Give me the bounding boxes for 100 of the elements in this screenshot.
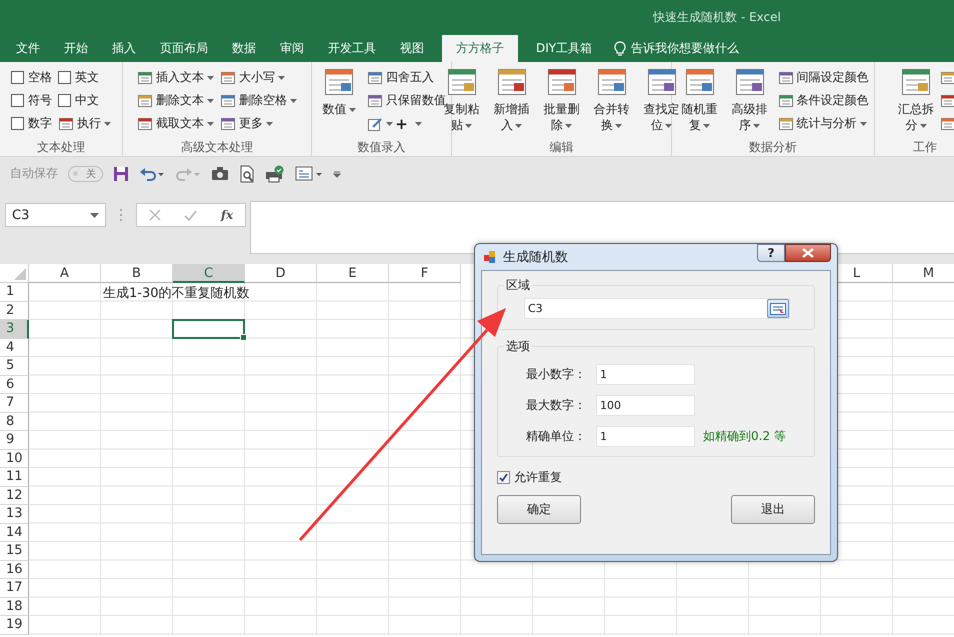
- ribbon-button[interactable]: 合并转换: [590, 66, 634, 133]
- row-header[interactable]: 3: [0, 320, 29, 338]
- row-header[interactable]: 11: [0, 468, 29, 486]
- row-header[interactable]: 19: [0, 616, 29, 634]
- ribbon-button[interactable]: 只保留数值: [367, 90, 446, 112]
- printer-icon[interactable]: [265, 164, 285, 182]
- save-icon[interactable]: [113, 166, 129, 182]
- print-preview-icon[interactable]: [239, 164, 255, 182]
- ribbon-button[interactable]: 高级排序: [728, 66, 772, 133]
- cell-text: 生成1-30的不重复随机数: [103, 285, 250, 302]
- sheet-icon: [367, 70, 383, 86]
- ribbon-button[interactable]: +: [391, 112, 422, 134]
- ribbon-button[interactable]: 删除文本: [137, 90, 214, 112]
- row-header[interactable]: 2: [0, 302, 29, 320]
- checkbox[interactable]: 中文: [58, 92, 111, 109]
- ribbon-tab[interactable]: 视图: [388, 35, 436, 62]
- ribbon-button[interactable]: 四舍五入: [367, 66, 446, 88]
- tell-me-field[interactable]: 告诉我你想要做什么: [614, 35, 740, 62]
- caret-icon: [615, 124, 622, 128]
- ribbon-tab[interactable]: DIY工具箱: [524, 35, 604, 62]
- row-header[interactable]: 14: [0, 524, 29, 542]
- range-picker-button[interactable]: [767, 299, 789, 318]
- row-header[interactable]: 7: [0, 394, 29, 412]
- row-header[interactable]: 12: [0, 486, 29, 505]
- row-header[interactable]: 4: [0, 338, 29, 357]
- caret-icon: [386, 122, 393, 126]
- checkbox[interactable]: 数字: [11, 115, 52, 132]
- camera-icon[interactable]: [211, 166, 229, 181]
- ribbon-tab[interactable]: 插入: [100, 35, 148, 62]
- ribbon-button[interactable]: 间隔设定颜色: [778, 66, 868, 88]
- row-header[interactable]: 16: [0, 560, 29, 579]
- row-header[interactable]: 1: [0, 283, 29, 302]
- caret-icon: [565, 124, 572, 128]
- ribbon-button[interactable]: 数值: [317, 66, 361, 117]
- input-field[interactable]: 1: [596, 426, 695, 447]
- checkbox[interactable]: 允许重复: [497, 469, 815, 486]
- help-button[interactable]: ?: [757, 244, 785, 262]
- dialog-button[interactable]: 退出: [731, 495, 815, 524]
- ribbon-button[interactable]: 统计与分析: [778, 112, 868, 134]
- ribbon-button[interactable]: 插入文本: [137, 66, 214, 88]
- row-header[interactable]: 6: [0, 376, 29, 394]
- checkbox[interactable]: 英文: [58, 69, 111, 86]
- ribbon-tab[interactable]: 审阅: [268, 35, 316, 62]
- ribbon-button[interactable]: 批量删除: [540, 66, 584, 133]
- checkbox[interactable]: 空格: [11, 69, 52, 86]
- group-label: 数值录入: [358, 139, 406, 156]
- row-header[interactable]: 10: [0, 450, 29, 468]
- ribbon-button[interactable]: 汇总拆分: [894, 66, 938, 133]
- undo-icon[interactable]: [139, 166, 165, 182]
- customize-icon[interactable]: [333, 170, 341, 178]
- row-header[interactable]: 18: [0, 598, 29, 616]
- sheet-icon: [137, 116, 153, 132]
- caret-icon: [207, 76, 214, 80]
- row-header[interactable]: 17: [0, 579, 29, 598]
- column-header[interactable]: D: [245, 264, 317, 283]
- ribbon-button[interactable]: 大小写: [220, 66, 297, 88]
- ribbon-button[interactable]: 删除空格: [220, 90, 297, 112]
- column-header[interactable]: F: [389, 264, 461, 283]
- range-field[interactable]: C3: [524, 298, 790, 319]
- row-header[interactable]: 9: [0, 431, 29, 450]
- caret-icon: [290, 98, 297, 102]
- row-header[interactable]: 15: [0, 542, 29, 560]
- ribbon-tab[interactable]: 数据: [220, 35, 268, 62]
- column-header[interactable]: C: [173, 264, 245, 283]
- ribbon-tab[interactable]: 开发工具: [316, 35, 388, 62]
- ribbon-button[interactable]: 条件设定颜色: [778, 90, 868, 112]
- ribbon-button[interactable]: 截取文本: [137, 112, 214, 134]
- row-header[interactable]: 8: [0, 412, 29, 431]
- input-field[interactable]: 1: [596, 364, 695, 385]
- row-header[interactable]: 5: [0, 357, 29, 376]
- column-header[interactable]: B: [101, 264, 173, 283]
- ribbon-tab[interactable]: 文件: [4, 35, 52, 62]
- column-header[interactable]: A: [29, 264, 101, 283]
- sheet-icon: [778, 116, 794, 132]
- ribbon-button[interactable]: 新增插入: [490, 66, 534, 133]
- ribbon-tab[interactable]: 方方格子: [442, 35, 518, 62]
- row-header[interactable]: 13: [0, 505, 29, 524]
- dialog-button[interactable]: 确定: [497, 495, 581, 524]
- caret-icon: [465, 124, 472, 128]
- input-field[interactable]: 100: [596, 395, 695, 416]
- selected-cell[interactable]: [172, 319, 245, 338]
- checkbox[interactable]: 符号: [11, 92, 52, 109]
- check-icon[interactable]: [184, 210, 198, 220]
- ribbon-button[interactable]: 更多: [220, 112, 297, 134]
- ribbon-button[interactable]: 执行: [58, 112, 111, 134]
- ribbon-tab[interactable]: 页面布局: [148, 35, 220, 62]
- ribbon-tab[interactable]: 开始: [52, 35, 100, 62]
- caret-icon: [104, 122, 111, 126]
- form-icon[interactable]: [295, 166, 323, 182]
- group-title: 选项: [504, 338, 532, 355]
- name-box[interactable]: C3: [5, 203, 106, 227]
- insert-function-button[interactable]: fx: [220, 208, 234, 222]
- sheet-icon: [496, 66, 528, 98]
- sheet-icon: [220, 70, 236, 86]
- grip-icon[interactable]: [119, 208, 123, 222]
- sheet-icon: [900, 66, 932, 98]
- autosave-toggle[interactable]: 关: [68, 166, 103, 182]
- close-button[interactable]: [785, 244, 831, 262]
- column-header[interactable]: E: [317, 264, 389, 283]
- autosave-label: 自动保存: [10, 165, 58, 182]
